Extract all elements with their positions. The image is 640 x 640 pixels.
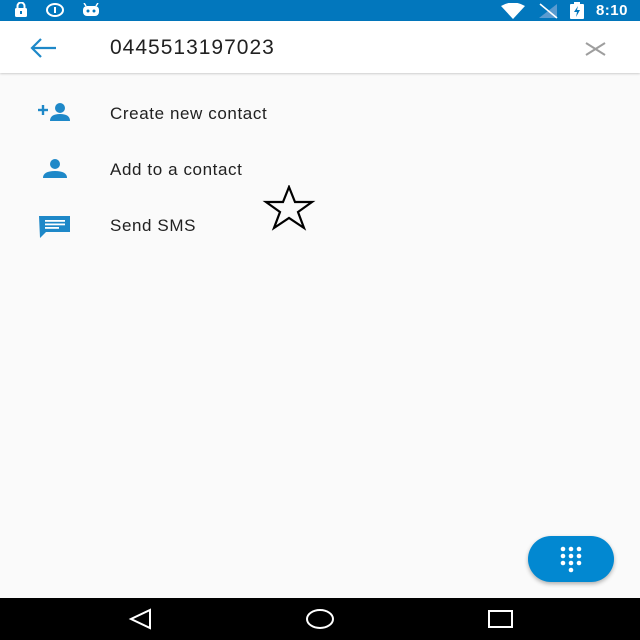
send-sms-item[interactable]: Send SMS <box>0 197 640 253</box>
navigation-bar <box>0 598 640 640</box>
person-icon <box>43 159 67 178</box>
lock-icon <box>15 2 27 17</box>
battery-charging-icon <box>569 2 584 19</box>
android-icon <box>83 2 99 16</box>
status-icons-right: 8:10 <box>500 0 628 21</box>
dialpad-icon <box>560 546 582 573</box>
search-input[interactable] <box>110 34 550 62</box>
nav-back-icon <box>128 608 151 630</box>
nav-recents-icon <box>488 610 513 628</box>
nav-back-button[interactable] <box>126 607 156 631</box>
create-new-contact-label: Create new contact <box>110 104 268 123</box>
dialpad-button[interactable] <box>528 536 614 582</box>
no-signal-icon <box>538 2 558 19</box>
arrow-left-icon <box>30 38 56 58</box>
status-time: 8:10 <box>595 2 628 19</box>
wifi-icon <box>500 2 525 19</box>
add-to-contact-item[interactable]: Add to a contact <box>0 141 640 197</box>
nav-recents-button[interactable] <box>486 607 516 631</box>
close-icon <box>585 42 606 56</box>
message-icon <box>39 216 70 238</box>
clear-button[interactable] <box>580 35 610 63</box>
search-header <box>0 21 640 73</box>
status-icons-left <box>14 2 100 17</box>
star-outline-icon <box>262 185 316 231</box>
nav-home-icon <box>306 609 334 629</box>
add-to-contact-label: Add to a contact <box>110 160 243 179</box>
create-new-contact-item[interactable]: Create new contact <box>0 85 640 141</box>
person-add-icon <box>38 103 70 121</box>
back-button[interactable] <box>26 33 62 63</box>
info-circle-icon <box>46 2 64 17</box>
send-sms-label: Send SMS <box>110 216 197 235</box>
nav-home-button[interactable] <box>305 607 335 631</box>
action-list: Create new contact Add to a contact Send… <box>0 85 640 253</box>
status-bar: 8:10 <box>0 0 640 21</box>
